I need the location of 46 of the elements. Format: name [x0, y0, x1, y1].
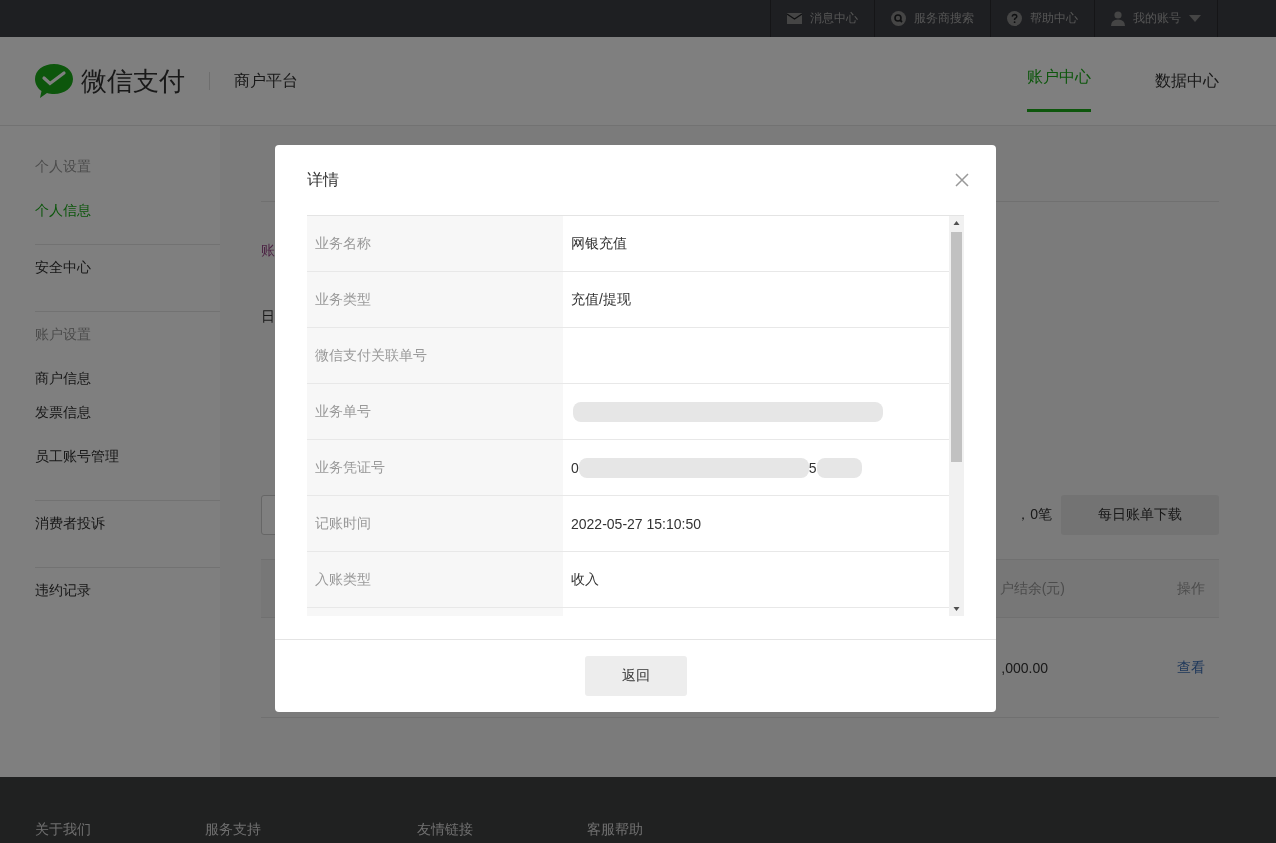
- field-label: 微信支付关联单号: [307, 328, 563, 383]
- field-label: 记账时间: [307, 496, 563, 551]
- sidebar-item[interactable]: 违约记录: [35, 580, 220, 624]
- field-label: 业务单号: [307, 384, 563, 439]
- field-value: 充值/提现: [571, 290, 631, 309]
- envelope-icon: [787, 13, 802, 24]
- footer-heading: 客服帮助: [587, 821, 643, 839]
- search-icon: [891, 11, 906, 26]
- field-label: 业务凭证号: [307, 440, 563, 495]
- sidebar-item[interactable]: 员工账号管理: [35, 446, 220, 490]
- field-label: 入账类型: [307, 552, 563, 607]
- sidebar-item[interactable]: 个人信息: [35, 200, 220, 234]
- platform-title: 商户平台: [234, 70, 298, 91]
- person-icon: [1111, 11, 1125, 26]
- view-link[interactable]: 查看: [1177, 658, 1205, 677]
- nav-tab[interactable]: 账户中心: [1027, 37, 1091, 112]
- sidebar-item[interactable]: 发票信息: [35, 402, 220, 446]
- caret-icon: [1189, 15, 1201, 22]
- field-value: 0: [571, 459, 579, 476]
- question-icon: [1007, 11, 1022, 26]
- footer-heading: 关于我们: [35, 821, 92, 839]
- scroll-up-arrow-icon[interactable]: [953, 221, 960, 225]
- scrollbar[interactable]: [949, 216, 964, 616]
- field-value: 2022-05-27 15:10:50: [571, 515, 701, 532]
- dialog-title: 详情: [307, 169, 339, 190]
- sidebar-item[interactable]: 商户信息: [35, 368, 220, 402]
- field-value: 收入: [571, 570, 599, 589]
- close-icon[interactable]: [955, 173, 969, 187]
- date-label: 日: [261, 308, 276, 326]
- back-button[interactable]: 返回: [584, 656, 687, 696]
- summary-text: ，0笔: [1016, 506, 1052, 524]
- field-value: 网银充值: [571, 234, 627, 253]
- field-label: 业务类型: [307, 272, 563, 327]
- field-label: 业务名称: [307, 216, 563, 271]
- logo-text: 微信支付: [81, 64, 185, 98]
- nav-tab[interactable]: 数据中心: [1155, 37, 1219, 125]
- footer-heading: 服务支持: [205, 821, 262, 839]
- footer-heading: 友情链接: [417, 821, 474, 839]
- sidebar-item[interactable]: 消费者投诉: [35, 513, 220, 557]
- download-button[interactable]: 每日账单下载: [1061, 495, 1219, 535]
- scroll-down-arrow-icon[interactable]: [953, 607, 960, 611]
- blurred-text: [816, 457, 862, 478]
- chat-check-logo-icon: [35, 64, 73, 98]
- sidebar-item[interactable]: 安全中心: [35, 257, 220, 301]
- field-value: 5: [808, 459, 817, 476]
- table-cell: ,000.00: [1001, 659, 1048, 676]
